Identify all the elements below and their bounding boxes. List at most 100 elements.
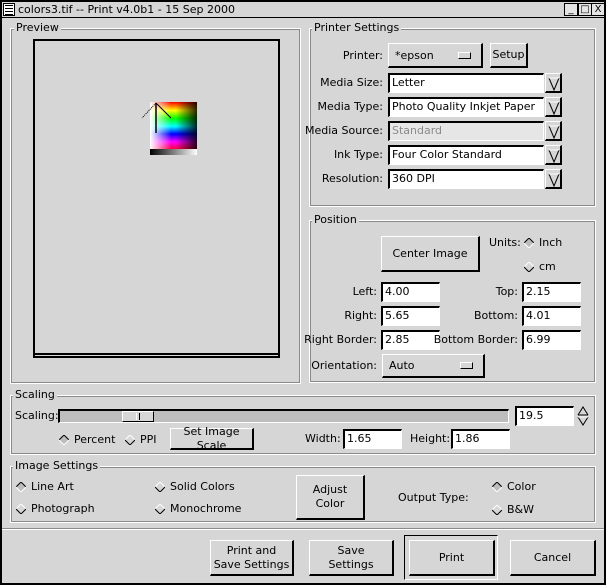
preview-page-bottom-margin <box>33 353 280 358</box>
dropdown-arrow-icon <box>548 173 560 187</box>
photograph-radio[interactable]: Photograph <box>16 502 95 515</box>
percent-label: Percent <box>74 433 116 446</box>
minimize-button[interactable]: _ <box>564 3 578 16</box>
ppi-radio[interactable]: PPI <box>125 433 157 446</box>
output-color-label: Color <box>507 480 536 493</box>
print-and-save-line2: Save Settings <box>213 557 290 571</box>
title-bar: colors3.tif -- Print v4.0b1 - 15 Sep 200… <box>2 2 605 18</box>
printer-settings-label: Printer Settings <box>312 21 402 34</box>
radio-selected-icon <box>59 434 69 445</box>
scaling-frame-label: Scaling <box>13 388 57 401</box>
solid-colors-radio[interactable]: Solid Colors <box>155 480 235 493</box>
radio-unselected-icon <box>155 481 165 492</box>
scaling-value-field[interactable]: 19.5 <box>515 406 574 426</box>
units-inch-label: Inch <box>539 236 563 249</box>
close-button[interactable]: X <box>591 3 605 16</box>
preview-frame-label: Preview <box>14 21 61 34</box>
media-size-label: Media Size: <box>320 76 383 89</box>
monochrome-radio[interactable]: Monochrome <box>155 502 241 515</box>
media-size-field[interactable]: Letter <box>388 73 544 93</box>
dropdown-arrow-icon <box>548 149 560 163</box>
line-art-radio[interactable]: Line Art <box>16 480 74 493</box>
dropdown-arrow-icon <box>548 77 560 91</box>
adjust-color-button[interactable]: Adjust Color <box>296 475 365 520</box>
save-settings-button[interactable]: Save Settings <box>309 540 394 576</box>
right-label: Right: <box>344 309 377 322</box>
maximize-icon: □ <box>580 4 590 15</box>
width-field[interactable]: 1.65 <box>343 429 402 449</box>
option-menu-indicator-icon <box>458 52 471 59</box>
ink-type-label: Ink Type: <box>333 148 383 161</box>
output-bw-label: B&W <box>507 503 535 516</box>
dropdown-arrow-icon <box>548 125 560 139</box>
output-bw-radio[interactable]: B&W <box>492 503 534 516</box>
preview-image-grayscale-bar <box>150 149 197 155</box>
height-label: Height: <box>410 432 451 445</box>
preview-page[interactable] <box>33 39 280 358</box>
solid-colors-label: Solid Colors <box>170 480 235 493</box>
monochrome-label: Monochrome <box>170 502 242 515</box>
media-type-field[interactable]: Photo Quality Inkjet Paper <box>388 97 544 117</box>
units-label: Units: <box>489 236 521 249</box>
ink-type-field[interactable]: Four Color Standard <box>388 145 544 165</box>
radio-unselected-icon <box>492 504 502 515</box>
dropdown-arrow-icon <box>548 101 560 115</box>
print-and-save-settings-button[interactable]: Print and Save Settings <box>210 540 294 576</box>
media-source-dropdown-button[interactable] <box>545 121 562 141</box>
radio-unselected-icon <box>524 261 534 272</box>
resolution-label: Resolution: <box>321 172 383 185</box>
scaling-slider[interactable] <box>58 409 509 423</box>
maximize-button[interactable]: □ <box>578 3 592 16</box>
position-label: Position <box>312 213 359 226</box>
left-label: Left: <box>352 285 377 298</box>
bottom-border-label: Bottom Border: <box>433 333 518 346</box>
units-inch-radio[interactable]: Inch <box>524 236 562 249</box>
photograph-label: Photograph <box>31 502 95 515</box>
close-icon: X <box>594 4 602 15</box>
radio-unselected-icon <box>16 503 26 514</box>
media-type-dropdown-button[interactable] <box>545 97 562 117</box>
center-image-button[interactable]: Center Image <box>381 236 480 272</box>
scaling-slider-thumb[interactable] <box>122 411 154 422</box>
bottom-label: Bottom: <box>473 309 518 322</box>
setup-button[interactable]: Setup <box>490 43 528 68</box>
left-field[interactable]: 4.00 <box>381 282 440 302</box>
height-field[interactable]: 1.86 <box>451 429 510 449</box>
orientation-select[interactable]: Auto <box>382 354 485 378</box>
scaling-spin-arrows-icon[interactable] <box>577 406 589 426</box>
radio-unselected-icon <box>155 503 165 514</box>
ink-type-dropdown-button[interactable] <box>545 145 562 165</box>
right-border-field[interactable]: 2.85 <box>381 330 440 350</box>
scaling-label: Scaling: <box>15 409 59 422</box>
right-border-label: Right Border: <box>304 333 377 346</box>
bottom-border-field[interactable]: 6.99 <box>522 330 581 350</box>
bottom-field[interactable]: 4.01 <box>522 306 581 326</box>
top-label: Top: <box>495 285 518 298</box>
image-settings-label: Image Settings <box>13 459 101 472</box>
media-size-dropdown-button[interactable] <box>545 73 562 93</box>
print-button[interactable]: Print <box>409 540 495 576</box>
radio-selected-icon <box>16 481 26 492</box>
radio-unselected-icon <box>125 434 135 445</box>
radio-selected-icon <box>492 481 502 492</box>
output-color-radio[interactable]: Color <box>492 480 536 493</box>
window-menu-icon[interactable] <box>3 3 15 16</box>
ppi-label: PPI <box>140 433 157 446</box>
printer-value: *epson <box>395 49 434 62</box>
top-field[interactable]: 2.15 <box>522 282 581 302</box>
set-image-scale-button[interactable]: Set Image Scale <box>170 425 254 452</box>
cancel-button[interactable]: Cancel <box>510 540 596 576</box>
right-field[interactable]: 5.65 <box>381 306 440 326</box>
resolution-dropdown-button[interactable] <box>545 169 562 189</box>
save-settings-line2: Settings <box>328 557 374 571</box>
resolution-field[interactable]: 360 DPI <box>388 169 544 189</box>
radio-selected-icon <box>524 237 534 248</box>
units-cm-label: cm <box>539 260 556 273</box>
units-cm-radio[interactable]: cm <box>524 260 556 273</box>
save-settings-line1: Save <box>337 543 365 557</box>
action-separator <box>2 528 604 530</box>
print-and-save-line1: Print and <box>226 543 277 557</box>
minimize-icon: _ <box>568 4 574 15</box>
printer-select[interactable]: *epson <box>388 43 483 68</box>
percent-radio[interactable]: Percent <box>59 433 115 446</box>
